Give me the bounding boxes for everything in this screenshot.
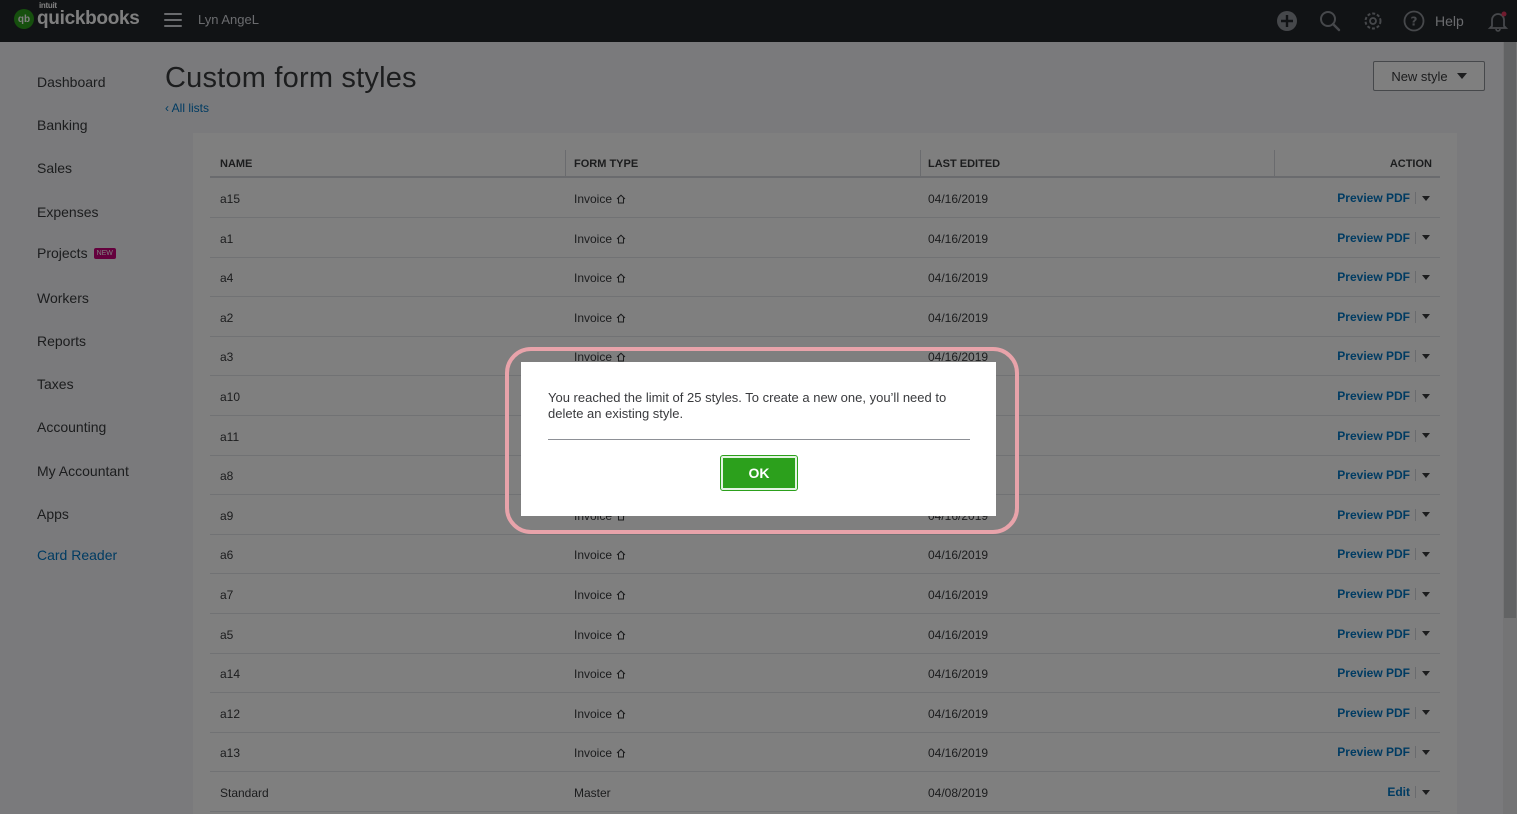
limit-reached-dialog: You reached the limit of 25 styles. To c… — [521, 362, 996, 516]
dialog-divider — [548, 439, 970, 440]
ok-button[interactable]: OK — [720, 455, 798, 491]
dialog-message: You reached the limit of 25 styles. To c… — [548, 390, 947, 421]
